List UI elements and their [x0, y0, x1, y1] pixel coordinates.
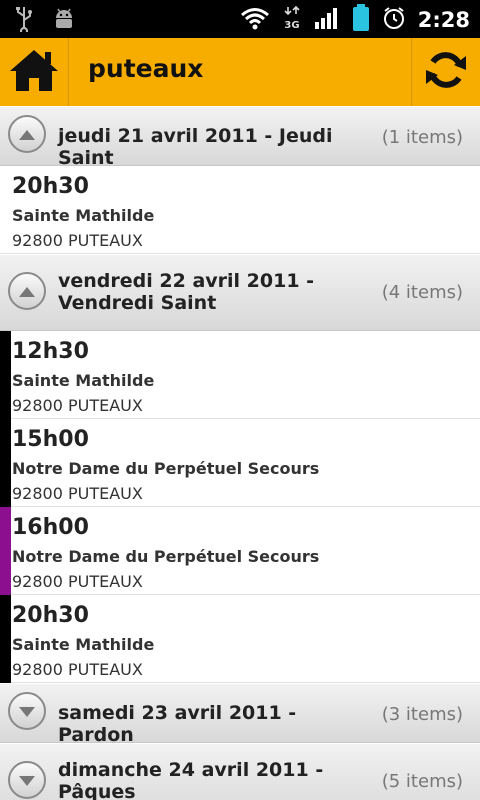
- group-count: (3 items): [381, 704, 463, 725]
- group-count: (5 items): [381, 771, 463, 792]
- item-time: 20h30: [12, 174, 89, 199]
- usb-icon: [14, 6, 34, 36]
- network-3g-icon: 3G: [282, 5, 302, 35]
- item-city: 92800 PUTEAUX: [12, 572, 143, 591]
- group-title: vendredi 22 avril 2011 - Vendredi Saint: [58, 270, 315, 314]
- refresh-icon: [424, 48, 468, 96]
- clock: 2:28: [417, 8, 470, 32]
- list-item[interactable]: 12h30 Sainte Mathilde 92800 PUTEAUX: [0, 331, 480, 419]
- list-item[interactable]: 20h30 Sainte Mathilde 92800 PUTEAUX: [0, 166, 480, 254]
- item-city: 92800 PUTEAUX: [12, 660, 143, 679]
- item-place: Sainte Mathilde: [12, 635, 155, 654]
- group-header[interactable]: dimanche 24 avril 2011 - Pâques (5 items…: [0, 743, 480, 800]
- svg-text:3G: 3G: [284, 20, 299, 31]
- group-header[interactable]: vendredi 22 avril 2011 - Vendredi Saint …: [0, 254, 480, 331]
- list-item[interactable]: 16h00 Notre Dame du Perpétuel Secours 92…: [0, 507, 480, 595]
- wifi-icon: [240, 6, 270, 34]
- group-count: (4 items): [381, 282, 463, 303]
- item-color-bar: [0, 331, 11, 419]
- home-icon: [7, 47, 61, 97]
- triangle-up-icon: [19, 282, 35, 301]
- event-list[interactable]: jeudi 21 avril 2011 - Jeudi Saint (1 ite…: [0, 106, 480, 800]
- triangle-down-icon: [19, 702, 35, 721]
- item-place: Notre Dame du Perpétuel Secours: [12, 547, 320, 566]
- triangle-down-icon: [19, 771, 35, 790]
- triangle-up-icon: [19, 125, 35, 144]
- item-color-bar: [0, 507, 11, 595]
- collapse-toggle-button[interactable]: [8, 272, 46, 310]
- item-place: Sainte Mathilde: [12, 206, 155, 225]
- item-city: 92800 PUTEAUX: [12, 396, 143, 415]
- group-title: jeudi 21 avril 2011 - Jeudi Saint: [58, 125, 333, 169]
- item-city: 92800 PUTEAUX: [12, 231, 143, 250]
- status-bar: 3G 2:28: [0, 0, 480, 38]
- expand-toggle-button[interactable]: [8, 692, 46, 730]
- item-city: 92800 PUTEAUX: [12, 484, 143, 503]
- item-time: 16h00: [12, 515, 89, 540]
- list-item[interactable]: 15h00 Notre Dame du Perpétuel Secours 92…: [0, 419, 480, 507]
- battery-icon: [352, 4, 370, 36]
- expand-toggle-button[interactable]: [8, 761, 46, 799]
- group-header[interactable]: jeudi 21 avril 2011 - Jeudi Saint (1 ite…: [0, 106, 480, 169]
- list-item[interactable]: 20h30 Sainte Mathilde 92800 PUTEAUX: [0, 595, 480, 683]
- android-debug-icon: [52, 7, 76, 35]
- group-count: (1 items): [381, 127, 463, 148]
- group-title: dimanche 24 avril 2011 - Pâques: [58, 759, 324, 800]
- collapse-toggle-button[interactable]: [8, 115, 46, 153]
- item-time: 12h30: [12, 339, 89, 364]
- page-title: puteaux: [88, 54, 204, 83]
- group-title: samedi 23 avril 2011 - Pardon: [58, 702, 297, 746]
- item-time: 20h30: [12, 603, 89, 628]
- item-place: Notre Dame du Perpétuel Secours: [12, 459, 320, 478]
- item-place: Sainte Mathilde: [12, 371, 155, 390]
- group-header[interactable]: samedi 23 avril 2011 - Pardon (3 items): [0, 683, 480, 746]
- item-time: 15h00: [12, 427, 89, 452]
- signal-icon: [314, 6, 340, 34]
- alarm-icon: [382, 6, 406, 34]
- item-color-bar: [0, 595, 11, 683]
- home-button[interactable]: [0, 38, 69, 106]
- refresh-button[interactable]: [411, 38, 480, 106]
- app-header: puteaux: [0, 38, 480, 107]
- item-color-bar: [0, 419, 11, 507]
